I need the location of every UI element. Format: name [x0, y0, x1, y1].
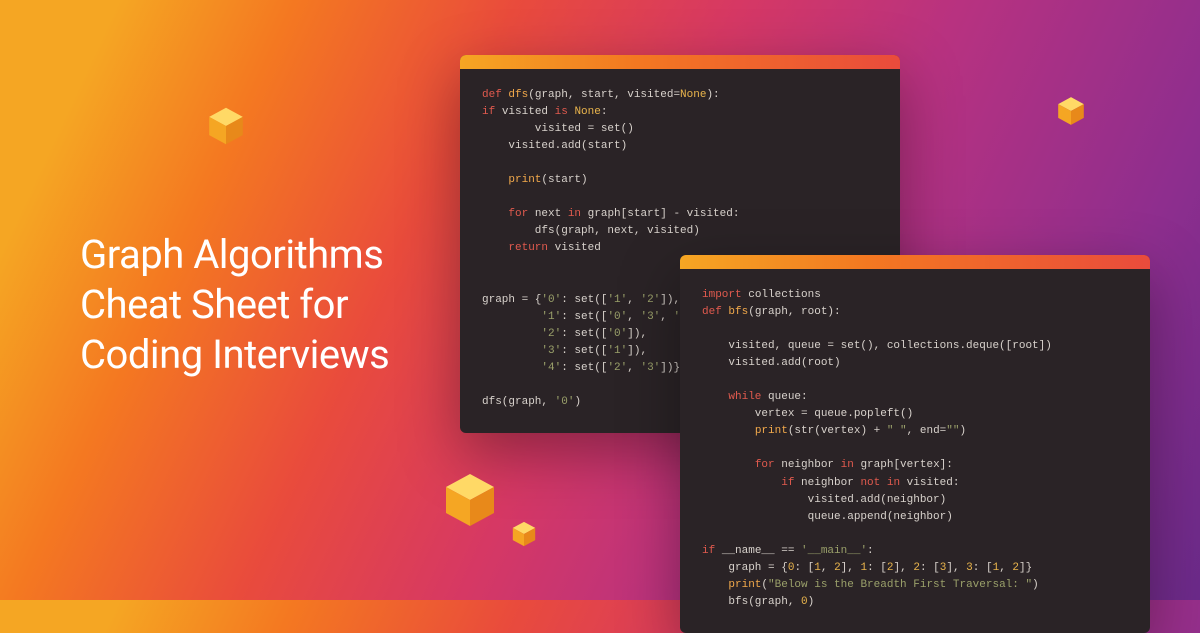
code-block-bfs: import collections def bfs(graph, root):… — [680, 269, 1150, 633]
cube-icon — [1055, 95, 1087, 127]
title-line-1: Graph Algorithms — [80, 230, 389, 280]
page-title: Graph Algorithms Cheat Sheet for Coding … — [80, 230, 389, 380]
cube-icon — [440, 470, 500, 530]
code-window-bfs: import collections def bfs(graph, root):… — [680, 255, 1150, 633]
window-titlebar — [460, 55, 900, 69]
title-line-2: Cheat Sheet for — [80, 280, 389, 330]
title-line-3: Coding Interviews — [80, 330, 389, 380]
cube-icon — [205, 105, 247, 147]
cube-icon — [510, 520, 538, 548]
window-titlebar — [680, 255, 1150, 269]
